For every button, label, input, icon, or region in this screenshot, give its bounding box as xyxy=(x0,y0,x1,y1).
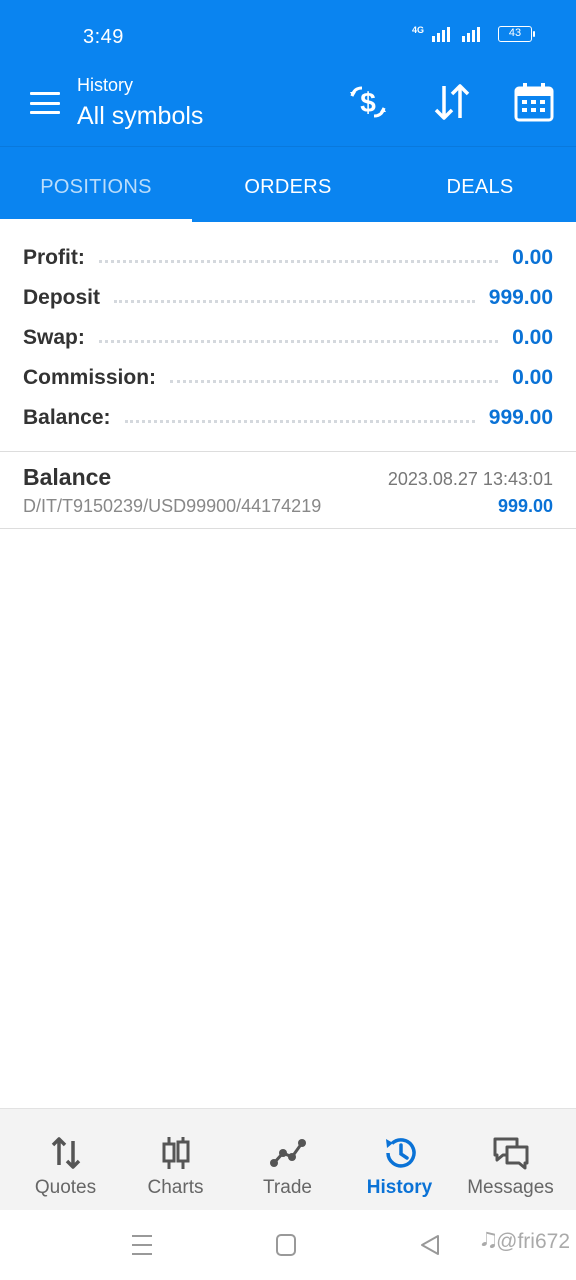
tab-orders[interactable]: ORDERS xyxy=(192,147,384,223)
dotted-leader xyxy=(170,379,499,383)
status-bar: 3:49 4G 43 xyxy=(0,0,576,72)
nav-label: History xyxy=(366,1177,433,1198)
deal-amount: 999.00 xyxy=(497,496,553,516)
nav-label: Messages xyxy=(467,1177,554,1198)
summary-label: Commission: xyxy=(23,366,157,389)
summary-row-swap: Swap: 0.00 xyxy=(23,318,553,358)
dotted-leader xyxy=(124,419,475,423)
nav-history[interactable]: History xyxy=(342,1109,457,1211)
currency-exchange-icon[interactable]: $ xyxy=(346,80,390,124)
network-label: 4G xyxy=(411,25,424,35)
signal-icon xyxy=(432,26,450,42)
summary-value: 0.00 xyxy=(512,246,553,269)
signal-icon-2 xyxy=(462,26,480,42)
status-time: 3:49 xyxy=(83,26,124,48)
app-bar: History All symbols $ xyxy=(0,72,576,146)
deal-comment: D/IT/T9150239/USD99900/44174219 xyxy=(23,496,322,516)
divider xyxy=(0,528,576,529)
summary-row-deposit: Deposit 999.00 xyxy=(23,278,553,318)
nav-label: Quotes xyxy=(34,1177,97,1198)
summary-row-commission: Commission: 0.00 xyxy=(23,358,553,398)
summary-value: 0.00 xyxy=(512,366,553,389)
quotes-icon xyxy=(46,1133,86,1173)
summary-value: 999.00 xyxy=(488,286,553,309)
trade-icon xyxy=(268,1133,308,1173)
menu-icon[interactable] xyxy=(30,92,60,114)
dotted-leader xyxy=(98,259,499,263)
sort-icon[interactable] xyxy=(430,80,474,124)
deal-title: Balance xyxy=(23,464,112,490)
bottom-navigation: Quotes Charts Trade History Messages xyxy=(0,1108,576,1210)
summary-label: Deposit xyxy=(23,286,101,309)
list-item[interactable]: Balance 2023.08.27 13:43:01 D/IT/T915023… xyxy=(0,452,576,528)
deal-time: 2023.08.27 13:43:01 xyxy=(387,469,553,489)
svg-text:$: $ xyxy=(360,87,376,118)
battery-icon: 43 xyxy=(498,26,535,42)
tab-positions[interactable]: POSITIONS xyxy=(0,147,192,223)
recent-apps-icon[interactable] xyxy=(128,1232,158,1258)
app-title[interactable]: All symbols xyxy=(77,102,203,131)
nav-trade[interactable]: Trade xyxy=(230,1109,345,1211)
summary-value: 999.00 xyxy=(488,406,553,429)
system-navigation-bar: 🎝@fri672 xyxy=(0,1210,576,1280)
messages-icon xyxy=(491,1133,531,1173)
history-icon xyxy=(380,1133,420,1173)
watermark: 🎝@fri672 xyxy=(480,1230,570,1253)
summary-value: 0.00 xyxy=(512,326,553,349)
tab-selection-indicator xyxy=(0,219,192,222)
back-icon[interactable] xyxy=(416,1232,446,1258)
nav-label: Charts xyxy=(147,1177,204,1198)
nav-quotes[interactable]: Quotes xyxy=(8,1109,123,1211)
nav-messages[interactable]: Messages xyxy=(453,1109,568,1211)
nav-label: Trade xyxy=(263,1177,312,1198)
home-icon[interactable] xyxy=(272,1232,302,1258)
nav-charts[interactable]: Charts xyxy=(118,1109,233,1211)
dotted-leader xyxy=(114,299,475,303)
charts-icon xyxy=(156,1133,196,1173)
dotted-leader xyxy=(98,339,499,343)
summary-label: Profit: xyxy=(23,246,85,269)
summary-label: Balance: xyxy=(23,406,111,429)
tab-bar: POSITIONS ORDERS DEALS xyxy=(0,146,576,222)
status-indicators: 4G 43 xyxy=(411,25,535,42)
tab-deals[interactable]: DEALS xyxy=(384,147,576,223)
summary-row-profit: Profit: 0.00 xyxy=(23,238,553,278)
summary-row-balance: Balance: 999.00 xyxy=(23,398,553,438)
summary-label: Swap: xyxy=(23,326,85,349)
app-subtitle: History xyxy=(77,75,134,95)
calendar-icon[interactable] xyxy=(512,80,556,124)
